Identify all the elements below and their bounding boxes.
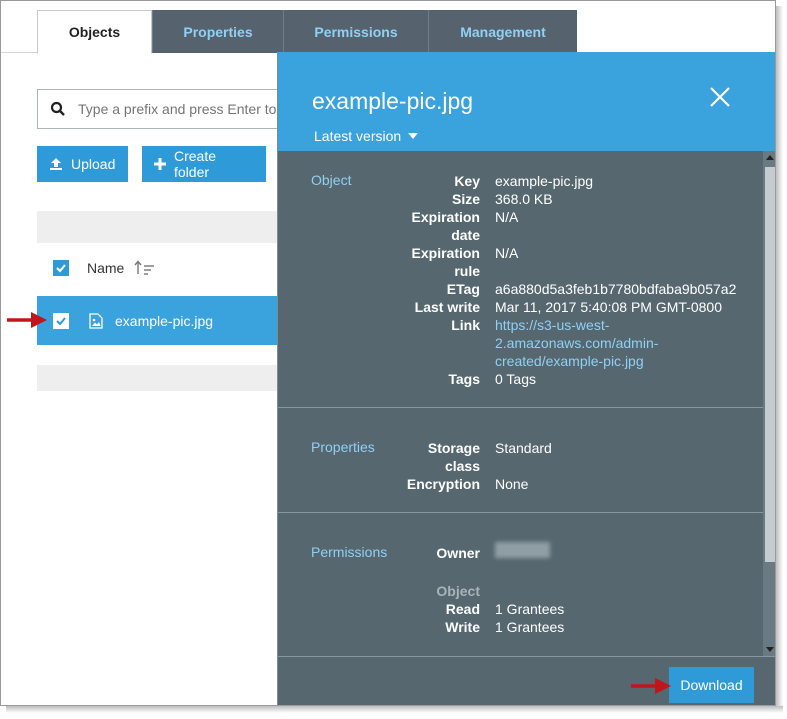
s3-console-window: Objects Properties Permissions Managemen… — [0, 0, 776, 706]
etag-value: a6a880d5a3feb1b7780bdfaba9b057a2 — [495, 281, 737, 297]
table-row[interactable]: example-pic.jpg — [37, 296, 287, 345]
last-write-value: Mar 11, 2017 5:40:08 PM GMT-0800 — [495, 299, 722, 315]
storage-class-label: Storage — [427, 440, 480, 456]
owner-label: Owner — [436, 545, 480, 561]
create-folder-label: Create folder — [174, 148, 217, 180]
frame-shadow — [6, 706, 783, 713]
upload-label: Upload — [71, 156, 116, 172]
tab-management[interactable]: Management — [428, 10, 577, 53]
list-footer-bar — [37, 365, 287, 391]
read-label: Read — [445, 601, 480, 617]
size-label: Size — [451, 191, 480, 207]
frame-shadow — [776, 6, 783, 709]
expiration-date-label-2: date — [451, 227, 480, 243]
expiration-date-value: N/A — [495, 209, 519, 225]
plus-icon — [154, 158, 166, 170]
last-write-label: Last write — [414, 299, 480, 315]
owner-value-redacted — [495, 542, 550, 558]
storage-class-label-2: class — [444, 458, 480, 474]
link-label: Link — [451, 317, 480, 333]
read-value: 1 Grantees — [495, 601, 565, 617]
create-folder-button[interactable]: Create folder — [142, 146, 266, 182]
upload-icon — [49, 157, 63, 171]
object-url-link-3[interactable]: created/example-pic.jpg — [495, 352, 675, 370]
upload-button[interactable]: Upload — [37, 146, 128, 182]
scroll-down-icon[interactable] — [766, 647, 774, 652]
section-divider — [278, 512, 763, 513]
key-value: example-pic.jpg — [495, 173, 594, 189]
sort-ascending-icon[interactable] — [134, 260, 156, 276]
scroll-thumb[interactable] — [765, 167, 775, 562]
search-icon — [38, 101, 78, 117]
encryption-value: None — [495, 476, 529, 492]
expiration-rule-label: Expiration — [411, 245, 480, 261]
write-label: Write — [445, 619, 480, 635]
chevron-down-icon — [408, 133, 419, 139]
image-file-icon — [89, 312, 103, 329]
name-column-header[interactable]: Name — [87, 260, 124, 276]
close-icon[interactable] — [709, 86, 731, 108]
tab-permissions[interactable]: Permissions — [283, 10, 428, 53]
download-button[interactable]: Download — [669, 667, 754, 703]
tags-value: 0 Tags — [495, 371, 536, 387]
tab-properties[interactable]: Properties — [152, 10, 283, 53]
version-dropdown[interactable]: Latest version — [314, 128, 419, 144]
etag-label: ETag — [446, 281, 480, 297]
properties-section-label: Properties — [311, 439, 375, 455]
object-detail-panel: example-pic.jpg Latest version Object Ke… — [277, 52, 775, 705]
expiration-date-label: Expiration — [411, 209, 480, 225]
arrow-annotation-icon — [631, 678, 671, 694]
list-info-bar — [37, 211, 287, 243]
size-value: 368.0 KB — [495, 191, 553, 207]
object-url-link-2[interactable]: 2.amazonaws.com/admin- — [495, 334, 675, 352]
tab-bar: Objects Properties Permissions Managemen… — [1, 1, 775, 54]
object-acl-label: Object — [436, 583, 480, 599]
table-header-row: Name — [37, 243, 287, 293]
tab-objects[interactable]: Objects — [37, 10, 152, 54]
panel-scrollbar[interactable] — [763, 151, 775, 656]
expiration-rule-value: N/A — [495, 245, 519, 261]
storage-class-value: Standard — [495, 440, 552, 456]
panel-title: example-pic.jpg — [312, 88, 474, 114]
panel-header: example-pic.jpg Latest version — [278, 52, 775, 151]
object-section-label: Object — [311, 172, 352, 188]
encryption-label: Encryption — [406, 476, 480, 492]
section-divider — [278, 407, 763, 408]
file-name-link[interactable]: example-pic.jpg — [115, 313, 213, 329]
row-checkbox[interactable] — [53, 312, 69, 329]
footer-divider — [278, 656, 775, 657]
arrow-annotation-icon — [7, 312, 47, 328]
expiration-rule-label-2: rule — [454, 263, 480, 279]
scroll-up-icon[interactable] — [766, 155, 774, 160]
key-label: Key — [454, 173, 480, 189]
write-value: 1 Grantees — [495, 619, 565, 635]
tags-label: Tags — [448, 371, 480, 387]
object-url-link[interactable]: https://s3-us-west- — [495, 316, 675, 334]
version-label: Latest version — [314, 128, 402, 144]
select-all-checkbox[interactable] — [53, 260, 69, 276]
